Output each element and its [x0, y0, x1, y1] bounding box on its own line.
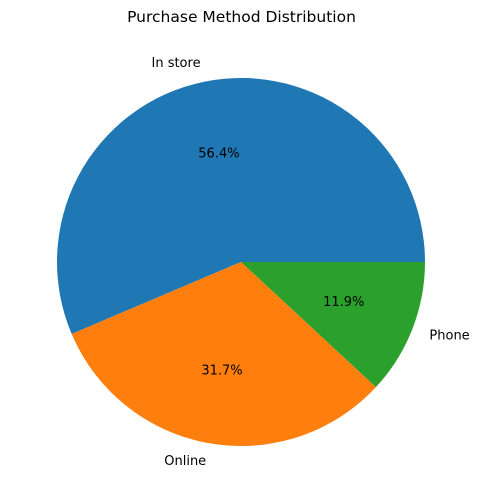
- pie-chart: In store 56.4% Online 31.7% Phone 11.9% Purch…: [0, 0, 483, 504]
- slice-percent-in-store: 56.4%: [198, 146, 239, 161]
- slice-percent-phone: 11.9%: [323, 295, 364, 310]
- chart-title: Purchase Method Distribution: [127, 8, 356, 26]
- slice-percent-online: 31.7%: [201, 363, 242, 378]
- slice-label-in-store: In store: [151, 56, 200, 71]
- slice-label-phone: Phone: [429, 328, 469, 343]
- pie-chart-plot: In store 56.4% Online 31.7% Phone 11.9%: [56, 56, 470, 469]
- slice-label-online: Online: [164, 454, 206, 469]
